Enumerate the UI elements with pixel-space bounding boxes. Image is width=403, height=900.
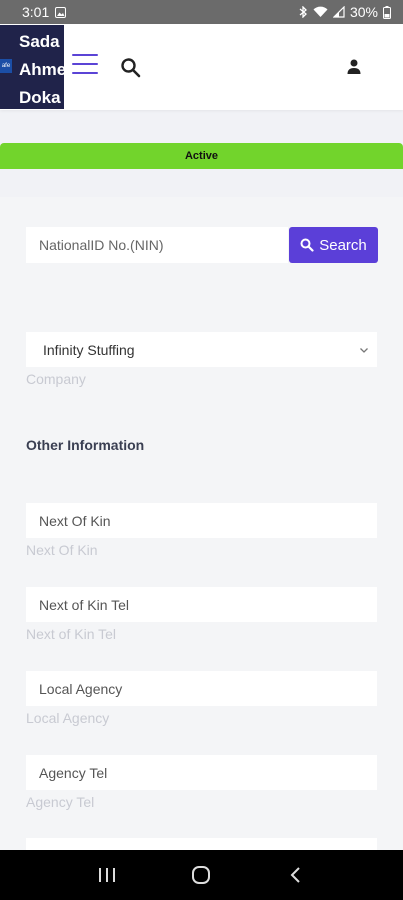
- search-button-label: Search: [319, 236, 367, 254]
- battery-percent: 30%: [349, 4, 378, 20]
- local-agency-label: Local Agency: [26, 710, 110, 726]
- signal-icon: [332, 6, 345, 18]
- status-bar: 3:01 30%: [0, 0, 403, 24]
- status-time: 3:01: [22, 4, 50, 20]
- user-icon[interactable]: [345, 58, 363, 76]
- local-agency-field[interactable]: Local Agency: [26, 671, 377, 706]
- brand-panel: afe Sada Ahme Doka: [0, 25, 64, 109]
- gallery-notification-icon: [55, 6, 67, 18]
- next-of-kin-tel-label: Next of Kin Tel: [26, 626, 117, 642]
- agency-tel-field[interactable]: Agency Tel: [26, 755, 377, 790]
- section-title: Other Information: [26, 437, 145, 453]
- search-icon: [300, 238, 314, 252]
- bluetooth-icon: [299, 6, 308, 18]
- home-icon[interactable]: [186, 860, 216, 890]
- back-icon[interactable]: [281, 860, 311, 890]
- brand-logo: afe: [0, 59, 12, 73]
- menu-icon[interactable]: [72, 54, 98, 78]
- app-header: afe Sada Ahme Doka: [0, 24, 403, 110]
- nin-input[interactable]: NationalID No.(NIN): [26, 227, 288, 263]
- search-button[interactable]: Search: [289, 227, 378, 263]
- wifi-icon: [313, 6, 328, 18]
- company-select[interactable]: Infinity Stuffing: [26, 332, 377, 367]
- nin-search-row: NationalID No.(NIN) Search: [26, 227, 378, 263]
- brand-name-line: Sada: [19, 32, 60, 51]
- company-label: Company: [26, 371, 86, 387]
- brand-name: Sada Ahme Doka: [19, 28, 64, 109]
- company-select-value: Infinity Stuffing: [43, 341, 135, 358]
- agency-tel-label: Agency Tel: [26, 794, 95, 810]
- next-of-kin-tel-field[interactable]: Next of Kin Tel: [26, 587, 377, 622]
- next-field-partial[interactable]: [26, 838, 377, 850]
- recent-apps-icon[interactable]: [92, 860, 122, 890]
- brand-name-line: Doka: [19, 88, 61, 107]
- battery-icon: [383, 5, 391, 19]
- status-badge: Active: [0, 143, 403, 169]
- next-of-kin-label: Next Of Kin: [26, 542, 98, 558]
- next-of-kin-field[interactable]: Next Of Kin: [26, 503, 377, 538]
- system-nav-bar: [0, 850, 403, 900]
- search-icon[interactable]: [120, 57, 142, 79]
- form-card: NationalID No.(NIN) Search Infinity Stuf…: [0, 197, 403, 850]
- brand-name-line: Ahme: [19, 60, 64, 79]
- chevron-down-icon: [360, 347, 368, 353]
